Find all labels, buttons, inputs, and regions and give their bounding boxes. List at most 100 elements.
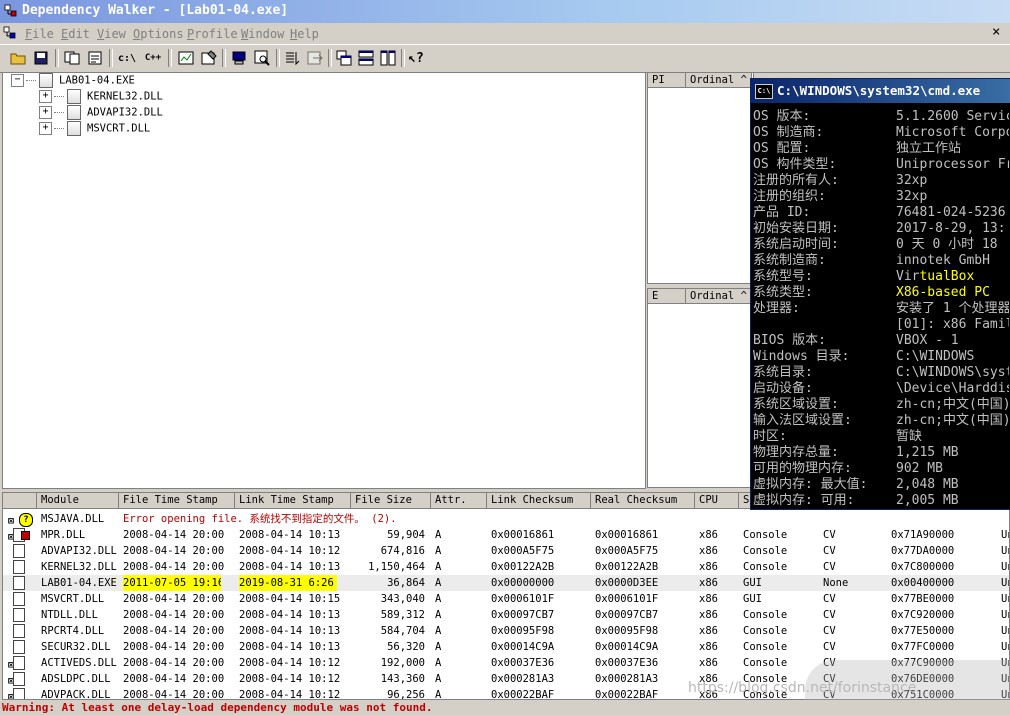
toolbar-separator [109,49,113,67]
properties-icon[interactable] [199,48,219,68]
full-paths-button[interactable]: c:\ [117,48,137,68]
col-cpu[interactable]: CPU [695,493,739,509]
preferred-base: 0x71A90000 [891,529,955,541]
cmd-line-key: 产品 ID: [753,205,811,220]
col-link-checksum[interactable]: Link Checksum [487,493,591,509]
module-name: MSVCRT.DLL [41,593,105,605]
tree-node-advapi32[interactable]: + ADVAPI32.DLL [39,105,163,120]
col-attr[interactable]: Attr. [431,493,487,509]
module-name: SECUR32.DLL [41,641,111,653]
col-file-size[interactable]: File Size [351,493,431,509]
system-info-icon[interactable] [229,48,249,68]
subsystem: GUI [743,593,762,605]
attr: A [435,641,442,653]
autoexpand-icon[interactable] [85,48,105,68]
col-file-time-stamp[interactable]: File Time Stamp [119,493,235,509]
cmd-line-value: zh-cn;中文(中国) [896,413,1009,428]
module-row[interactable]: KERNEL32.DLL 2008-04-14 20:00 2008-04-14 1… [3,559,1009,575]
menu-options[interactable]: Options [133,27,184,41]
module-row[interactable]: ⊠? MSJAVA.DLL Error opening file. 系统找不到指定的… [3,511,1009,527]
open-folder-icon[interactable] [8,48,28,68]
col-ordinal[interactable]: Ordinal ^ [686,73,752,88]
col-pi[interactable]: PI [648,73,686,88]
cascade-windows-icon[interactable] [334,48,354,68]
col-real-checksum[interactable]: Real Checksum [591,493,695,509]
cmd-output-line: 虚拟内存: 最大值: 2,048 MB [753,477,1009,493]
window-title: Dependency Walker - [Lab01-04.exe] [22,3,289,18]
save-icon[interactable] [31,48,51,68]
module-row[interactable]: SECUR32.DLL 2008-04-14 20:00 2008-04-14 10… [3,639,1009,655]
module-row[interactable]: ADVAPI32.DLL 2008-04-14 20:00 2008-04-14 1… [3,543,1009,559]
module-row[interactable]: MSVCRT.DLL 2008-04-14 20:00 2008-04-14 10:… [3,591,1009,607]
module-dependency-tree: − LAB01-04.EXE + KERNEL32.DLL + ADVAPI32.DL… [2,72,646,489]
collapse-icon[interactable]: − [11,74,24,87]
menu-edit[interactable]: Edit [61,27,90,41]
toolbar-separator [222,49,226,67]
real-checksum: 0x0006101F [595,593,659,605]
debug-symbols: CV [823,561,836,573]
tree-node-kernel32[interactable]: + KERNEL32.DLL [39,89,163,104]
tree-node-msvcrt[interactable]: + MSVCRT.DLL [39,121,150,136]
cmd-line-key: 虚拟内存: 最大值: [753,477,868,492]
col-e[interactable]: E [648,289,686,304]
module-row[interactable]: LAB01-04.EXE 2011-07-05 19:16 2019-08-31 6… [3,575,1009,591]
undecorate-cpp-button[interactable]: C++ [143,48,163,68]
subsystem: Console [743,561,788,573]
cmd-output-line: 注册的组织: 32xp [753,189,1009,205]
file-time-stamp: 2008-04-14 20:00 [123,609,225,621]
module-row[interactable]: NTDLL.DLL 2008-04-14 20:00 2008-04-14 10:1… [3,607,1009,623]
profile-chart-icon[interactable] [176,48,196,68]
file-size: 589,312 [380,609,425,621]
cmd-output-line: OS 版本: 5.1.2600 Service Pack 3 [753,109,1009,125]
menu-window[interactable]: Window [241,27,284,41]
mdi-close-icon[interactable]: × [992,24,1000,40]
expand-icon[interactable]: + [39,106,52,119]
cmd-output-line: 启动设备: \Device\HarddiskVolume1 [753,381,1009,397]
attr: A [435,545,442,557]
file-size: 143,360 [380,673,425,685]
file-time-stamp: 2008-04-14 20:00 [123,545,225,557]
toolbar-separator [276,49,280,67]
copy-icon[interactable] [62,48,82,68]
cmd-output-line: 处理器: 安装了 1 个处理器 [753,301,1009,317]
col-icon[interactable] [3,493,37,509]
real-checksum: 0x0000D3EE [595,577,659,589]
cmd-line-key: 系统型号: [753,269,813,284]
cmd-line-key: 时区: [753,429,787,444]
cmd-line-value: 暂缺 [896,429,923,444]
tile-vertical-icon[interactable] [378,48,398,68]
tree-node-root[interactable]: − LAB01-04.EXE [11,73,135,88]
configure-icon[interactable] [305,48,325,68]
link-checksum: 0x00037E36 [491,657,555,669]
tile-horizontal-icon[interactable] [356,48,376,68]
col-module[interactable]: Module [37,493,119,509]
find-icon[interactable] [252,48,272,68]
link-time-stamp: 2008-04-14 10:13 [239,641,341,653]
col-ordinal[interactable]: Ordinal ^ [686,289,752,304]
attr: A [435,561,442,573]
file-size: 36,864 [387,577,425,589]
cmd-line-value: 1,215 MB [896,445,959,460]
cmd-line-value: 0 天 0 小时 18 [896,237,998,252]
col-link-time-stamp[interactable]: Link Time Stamp [235,493,351,509]
mdi-child-icon[interactable] [3,26,17,40]
module-row[interactable]: RPCRT4.DLL 2008-04-14 20:00 2008-04-14 10:… [3,623,1009,639]
module-name: NTDLL.DLL [41,609,98,621]
menu-profile[interactable]: Profile [187,27,238,41]
context-help-icon[interactable]: ↖? [406,48,426,68]
delay-load-module-icon: ⊠ [5,672,33,687]
menu-view[interactable]: View [97,27,126,41]
link-time-stamp: 2008-04-14 10:13 [239,625,341,637]
cmd-window[interactable]: C:\ C:\WINDOWS\system32\cmd.exe OS 版本: 5.… [750,78,1010,510]
menu-help[interactable]: Help [290,27,319,41]
list-view-icon[interactable] [282,48,302,68]
cmd-line-key: 系统启动时间: [753,237,839,252]
module-name: ADVPACK.DLL [41,689,111,700]
link-checksum: 0x000281A3 [491,673,555,685]
module-row[interactable]: ⊠ MPR.DLL 2008-04-14 20:00 2008-04-14 10:13… [3,527,1009,543]
expand-icon[interactable]: + [39,90,52,103]
expand-icon[interactable]: + [39,122,52,135]
cmd-line-value: 独立工作站 [896,141,962,156]
menu-file[interactable]: File [25,27,54,41]
cmd-title-bar[interactable]: C:\ C:\WINDOWS\system32\cmd.exe [751,79,1010,103]
